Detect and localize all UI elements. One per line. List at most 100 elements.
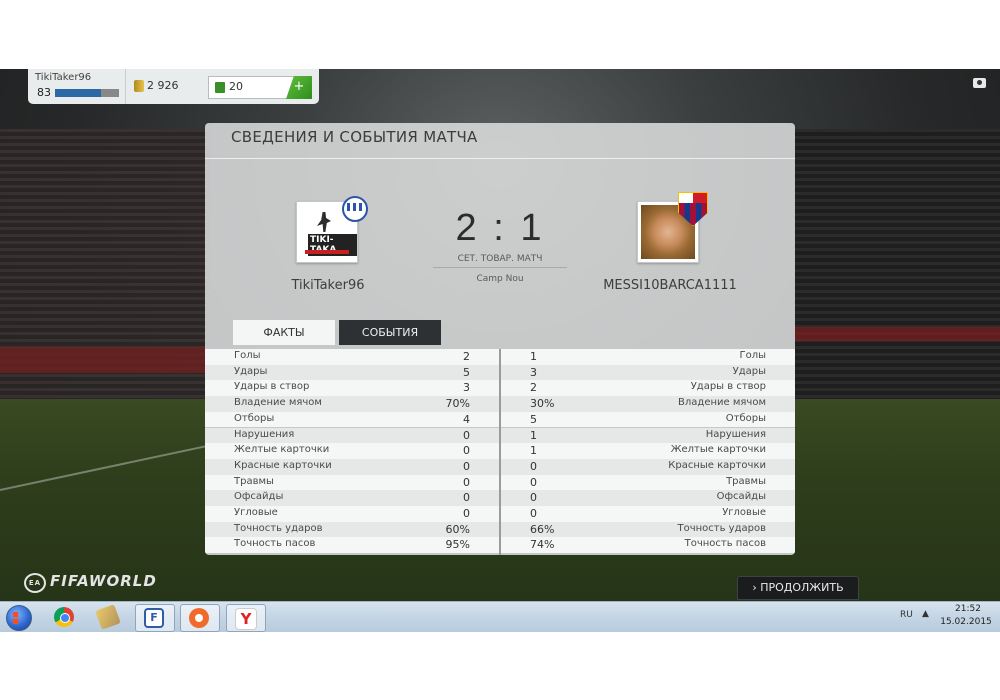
stat-value-away: 66%: [530, 522, 555, 536]
paint-icon: [95, 604, 121, 630]
tray-expand-icon[interactable]: ▲: [922, 609, 929, 619]
panel-title: СВЕДЕНИЯ И СОБЫТИЯ МАТЧА: [231, 128, 478, 146]
stat-label-left: Травмы: [234, 475, 274, 487]
stat-value-home: 0: [463, 475, 470, 489]
stat-label-right: Офсайды: [716, 491, 766, 503]
points-icon: [215, 82, 225, 93]
away-team-badge: [637, 192, 708, 263]
stat-label-right: Удары в створ: [690, 381, 766, 393]
home-team-badge: TIKI-TAKA: [296, 196, 368, 263]
stat-value-home: 0: [463, 491, 470, 505]
stat-value-away: 0: [530, 459, 537, 473]
stat-value-away: 0: [530, 491, 537, 505]
taskbar-yandex[interactable]: Y: [226, 604, 266, 632]
language-indicator[interactable]: RU: [900, 610, 913, 620]
player-figure-icon: [317, 212, 331, 232]
stat-label-right: Нарушения: [705, 428, 766, 440]
stat-label-left: Удары в створ: [234, 381, 310, 393]
stat-value-away: 0: [530, 475, 537, 489]
stat-label-right: Травмы: [726, 475, 766, 487]
match-type: СЕТ. ТОВАР. МАТЧ: [457, 254, 543, 264]
stat-label-right: Владение мячом: [678, 397, 766, 409]
stat-label-right: Красные карточки: [668, 459, 766, 471]
stadium-stands-right: [795, 129, 1000, 399]
clock-date[interactable]: 15.02.2015: [940, 617, 992, 627]
ea-logo-icon: EA: [24, 573, 46, 593]
stat-value-home: 60%: [445, 522, 470, 536]
taskbar-paint[interactable]: [90, 604, 128, 630]
stat-label-left: Угловые: [234, 507, 278, 518]
divider: [125, 69, 126, 104]
tab-events[interactable]: СОБЫТИЯ: [339, 320, 441, 345]
stat-label-left: Голы: [234, 350, 261, 361]
divider: [205, 158, 795, 159]
stat-value-home: 5: [463, 365, 470, 379]
yandex-browser-icon: Y: [235, 608, 257, 630]
stat-value-home: 95%: [445, 538, 470, 552]
tab-facts[interactable]: ФАКТЫ: [233, 320, 335, 345]
fifa-icon: F: [144, 608, 164, 628]
stat-label-left: Владение мячом: [234, 397, 322, 409]
stats-divider: [499, 349, 501, 555]
qpr-crest-icon: [342, 196, 368, 222]
stat-value-away: 1: [530, 350, 537, 363]
taskbar-chrome[interactable]: [46, 604, 84, 630]
home-team-name: TikiTaker96: [291, 278, 365, 293]
stat-value-home: 0: [463, 507, 470, 520]
stat-label-left: Удары: [234, 365, 268, 377]
stat-value-away: 2: [530, 381, 537, 395]
stat-label-left: Желтые карточки: [234, 444, 330, 456]
profile-bar: TikiTaker96 83 2 926 20 +: [28, 69, 319, 104]
windows-logo-icon: [6, 605, 32, 631]
stat-label-right: Удары: [732, 365, 766, 377]
stat-label-left: Точность пасов: [234, 538, 316, 550]
stat-label-left: Отборы: [234, 412, 275, 424]
logo-stripe: [305, 250, 349, 254]
stat-value-away: 30%: [530, 397, 555, 411]
origin-icon: [189, 608, 209, 628]
ad-board-right: [795, 327, 1000, 341]
stat-value-away: 5: [530, 412, 537, 426]
game-window: TikiTaker96 83 2 926 20 + СВЕДЕНИЯ И СОБ…: [0, 69, 1000, 601]
stat-label-right: Желтые карточки: [670, 444, 766, 456]
divider: [433, 267, 567, 268]
user-level: 83: [37, 86, 51, 99]
stat-value-home: 0: [463, 459, 470, 473]
xp-progress-bar: [55, 89, 119, 97]
coins-icon: [134, 80, 144, 92]
chrome-icon: [54, 607, 74, 627]
stat-label-right: Точность ударов: [677, 522, 766, 534]
stats-table: Голы 2 1 Голы Удары 5 3 Удары Удары в створ 3 2 Уда…: [205, 349, 795, 555]
stat-label-left: Красные карточки: [234, 459, 332, 471]
stat-label-right: Угловые: [722, 507, 766, 518]
taskbar-fifa[interactable]: F: [135, 604, 175, 632]
stat-value-home: 4: [463, 412, 470, 426]
logo-text: FIFAWORLD: [50, 572, 157, 590]
stat-value-home: 2: [463, 350, 470, 363]
stat-value-away: 1: [530, 444, 537, 458]
stat-value-away: 3: [530, 365, 537, 379]
stat-value-away: 74%: [530, 538, 555, 552]
camera-icon[interactable]: [973, 78, 986, 88]
taskbar-origin[interactable]: [180, 604, 220, 632]
stat-label-right: Отборы: [725, 412, 766, 424]
stat-value-home: 0: [463, 444, 470, 458]
stat-label-left: Точность ударов: [234, 522, 323, 534]
stat-value-away: 1: [530, 428, 537, 442]
username: TikiTaker96: [35, 72, 92, 83]
clock-time[interactable]: 21:52: [944, 604, 992, 614]
points-value: 20: [229, 80, 243, 93]
start-button[interactable]: [4, 604, 32, 631]
away-team-name: MESSI10BARCA1111: [603, 278, 737, 293]
add-points-button[interactable]: +: [286, 76, 312, 99]
taskbar: F Y RU ▲ 21:52 15.02.2015: [0, 601, 1000, 632]
coins-value: 2 926: [147, 79, 179, 92]
stat-value-away: 0: [530, 507, 537, 520]
match-score: 2 : 1: [455, 207, 545, 249]
stat-value-home: 3: [463, 381, 470, 395]
stat-label-right: Голы: [739, 350, 766, 361]
stadium-name: Camp Nou: [476, 274, 524, 284]
continue-button[interactable]: › ПРОДОЛЖИТЬ: [737, 576, 859, 600]
points-box: 20 +: [208, 76, 312, 99]
stat-label-left: Нарушения: [234, 428, 295, 440]
